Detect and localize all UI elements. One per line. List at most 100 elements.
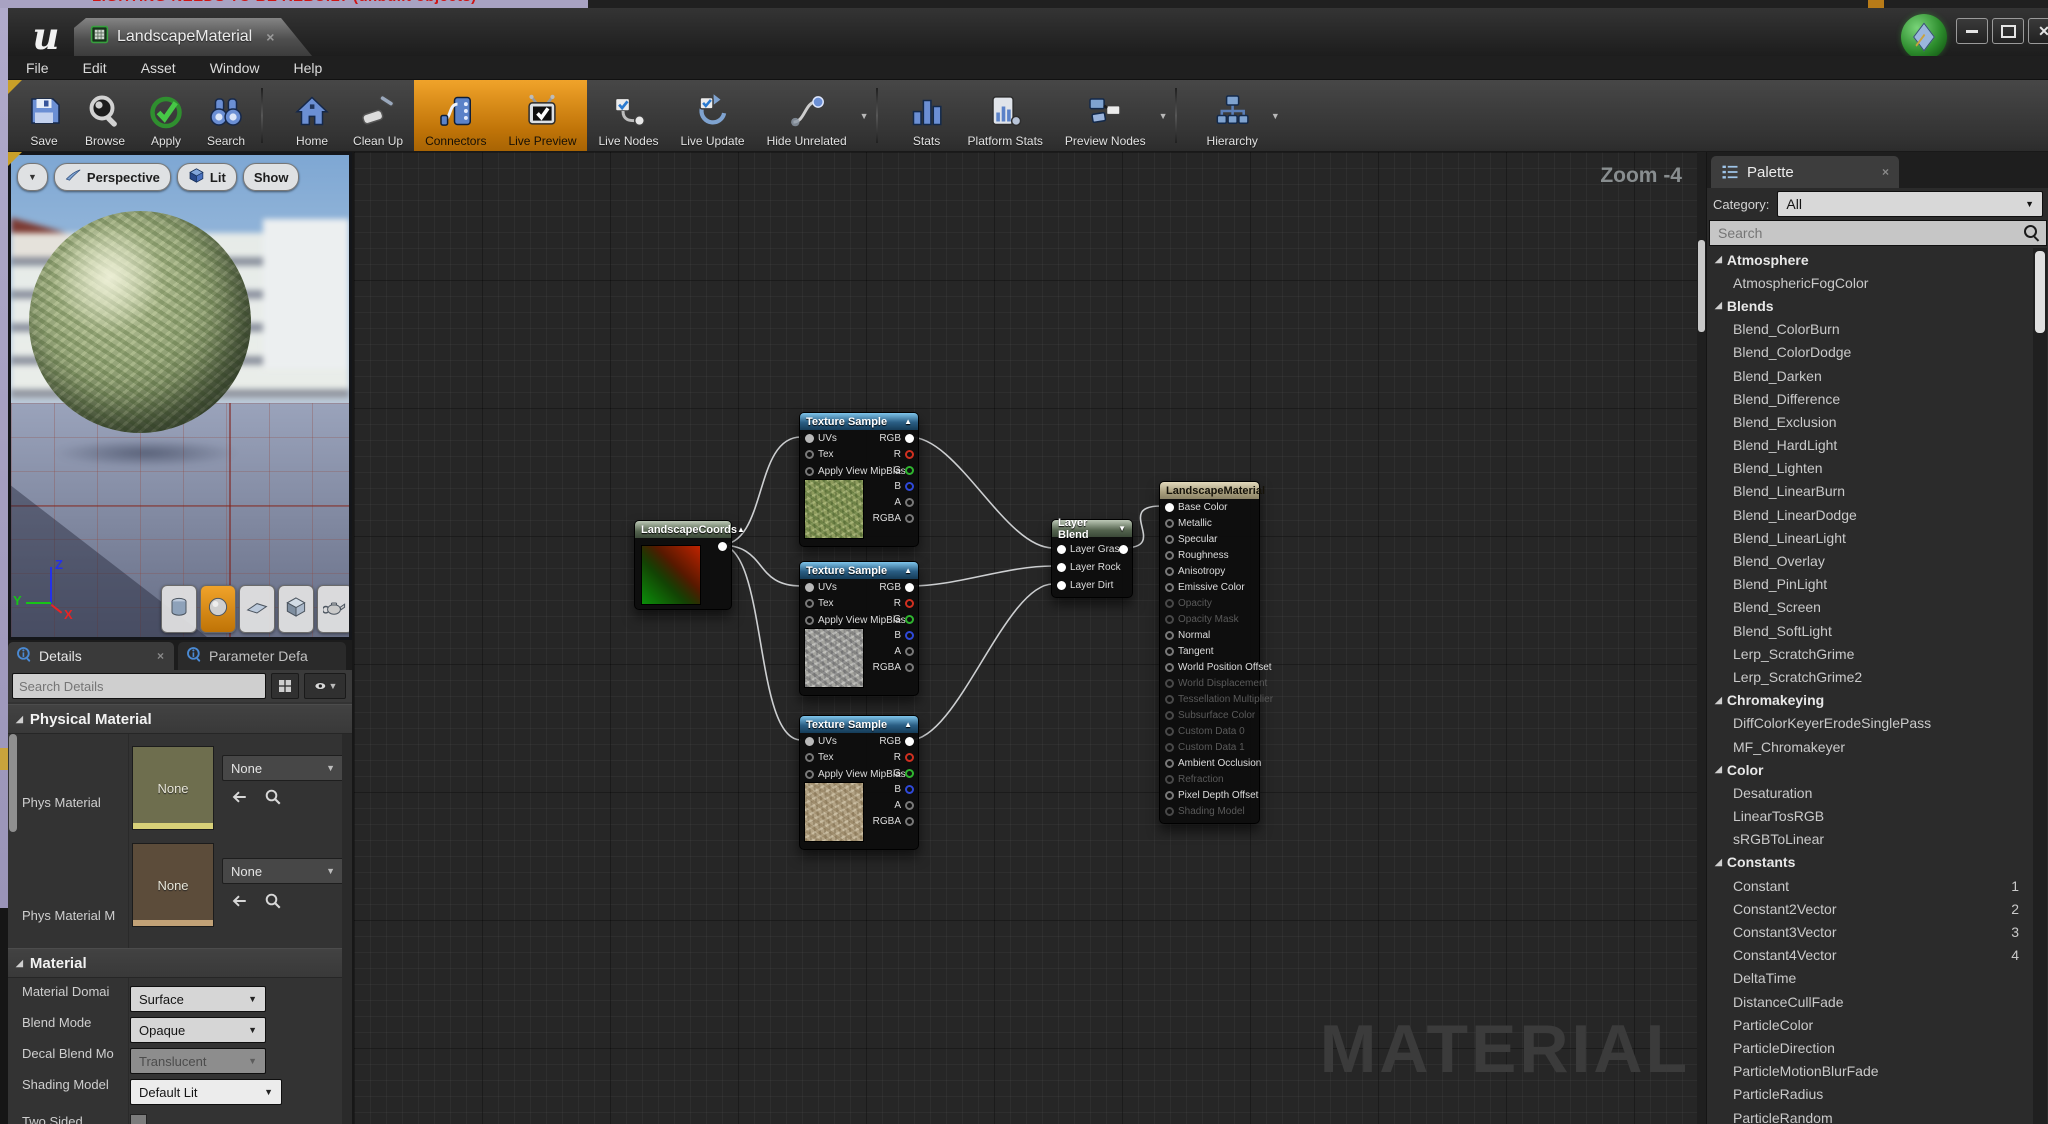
palette-category-blends[interactable]: ◢Blends xyxy=(1707,294,2033,317)
palette-item-blend_pinlight[interactable]: Blend_PinLight xyxy=(1707,573,2033,596)
minimize-button[interactable] xyxy=(1956,18,1988,44)
hierarchy-button[interactable]: Hierarchy xyxy=(1196,80,1269,151)
palette-item-particlecolor[interactable]: ParticleColor xyxy=(1707,1013,2033,1036)
palette-item-distancecullfade[interactable]: DistanceCullFade xyxy=(1707,990,2033,1013)
palette-item-srgbtolinear[interactable]: sRGBToLinear xyxy=(1707,828,2033,851)
palette-item-lerp_scratchgrime2[interactable]: Lerp_ScratchGrime2 xyxy=(1707,665,2033,688)
collapse-icon[interactable]: ▲ xyxy=(904,720,912,729)
pin-base-color[interactable] xyxy=(1165,503,1174,512)
chevron-down-icon[interactable]: ▼ xyxy=(1271,111,1280,121)
details-search-input[interactable] xyxy=(12,673,266,699)
pin-layer-rock[interactable] xyxy=(1057,563,1066,572)
pin-rgb[interactable] xyxy=(905,737,914,746)
node-header[interactable]: Layer Blend▼ xyxy=(1052,520,1132,537)
node-header[interactable]: Texture Sample▲ xyxy=(800,413,918,430)
node-graph-canvas[interactable]: Zoom -4 MATERIAL LandscapeCoords▲Texture… xyxy=(352,152,1706,1124)
section-header-physical-material[interactable]: ◢Physical Material xyxy=(8,704,352,734)
palette-item-desaturation[interactable]: Desaturation xyxy=(1707,781,2033,804)
pin-opacity[interactable] xyxy=(1165,599,1174,608)
node-header[interactable]: Texture Sample▲ xyxy=(800,562,918,579)
node-layer-blend[interactable]: Layer Blend▼Layer GrassLayer RockLayer D… xyxy=(1051,519,1133,598)
pin-a[interactable] xyxy=(905,801,914,810)
node-landscapematerial-result[interactable]: LandscapeMaterialBase ColorMetallicSpecu… xyxy=(1159,481,1260,824)
pin-apply-view-mipbias[interactable] xyxy=(805,467,814,476)
menu-help[interactable]: Help xyxy=(294,60,323,76)
shading-model-select[interactable]: Default Lit▼ xyxy=(130,1079,282,1105)
pin-rgb[interactable] xyxy=(905,434,914,443)
pin-apply-view-mipbias[interactable] xyxy=(805,770,814,779)
pin-uvs[interactable] xyxy=(805,434,814,443)
palette-category-chromakeying[interactable]: ◢Chromakeying xyxy=(1707,689,2033,712)
palette-item-blend_difference[interactable]: Blend_Difference xyxy=(1707,387,2033,410)
maximize-button[interactable] xyxy=(1992,18,2024,44)
pin-r[interactable] xyxy=(905,599,914,608)
node-landscapecoords[interactable]: LandscapeCoords▲ xyxy=(634,520,732,610)
palette-item-atmosphericfogcolor[interactable]: AtmosphericFogColor xyxy=(1707,271,2033,294)
pin-tessellation-multiplier[interactable] xyxy=(1165,695,1174,704)
search-button[interactable]: Search xyxy=(196,80,256,151)
palette-item-blend_exclusion[interactable]: Blend_Exclusion xyxy=(1707,410,2033,433)
pin-a[interactable] xyxy=(905,647,914,656)
palette-item-blend_softlight[interactable]: Blend_SoftLight xyxy=(1707,619,2033,642)
preview-shape-cube-button[interactable] xyxy=(278,585,314,633)
pin-custom-data-1[interactable] xyxy=(1165,743,1174,752)
pin-specular[interactable] xyxy=(1165,535,1174,544)
palette-scrollbar-thumb[interactable] xyxy=(2035,251,2045,333)
details-scrollbar-thumb[interactable] xyxy=(9,734,17,832)
preview-shape-sphere-button[interactable] xyxy=(200,585,236,633)
palette-item-blend_colorburn[interactable]: Blend_ColorBurn xyxy=(1707,318,2033,341)
pin-shading-model[interactable] xyxy=(1165,807,1174,816)
browse-asset-icon[interactable] xyxy=(264,788,282,811)
pin-rgba[interactable] xyxy=(905,514,914,523)
pin-b[interactable] xyxy=(905,631,914,640)
node-texture-sample-rock[interactable]: Texture Sample▲UVsTexApply View MipBiasR… xyxy=(799,561,919,696)
chevron-down-icon[interactable]: ▼ xyxy=(1159,111,1168,121)
pin-tex[interactable] xyxy=(805,599,814,608)
palette-item-lineartosrgb[interactable]: LinearTosRGB xyxy=(1707,805,2033,828)
palette-item-blend_darken[interactable]: Blend_Darken xyxy=(1707,364,2033,387)
palette-tab-close-icon[interactable]: × xyxy=(1882,165,1889,179)
palette-item-blend_colordodge[interactable]: Blend_ColorDodge xyxy=(1707,341,2033,364)
graph-scrollbar-thumb[interactable] xyxy=(1698,240,1705,332)
palette-item-blend_overlay[interactable]: Blend_Overlay xyxy=(1707,549,2033,572)
pin-pixel-depth-offset[interactable] xyxy=(1165,791,1174,800)
tab-parameter-defa[interactable]: Parameter Defa xyxy=(178,642,346,670)
node-header[interactable]: LandscapeMaterial xyxy=(1160,482,1259,499)
pin-tangent[interactable] xyxy=(1165,647,1174,656)
pin-r[interactable] xyxy=(905,450,914,459)
pin-a[interactable] xyxy=(905,498,914,507)
palette-category-constants[interactable]: ◢Constants xyxy=(1707,851,2033,874)
pin-output[interactable] xyxy=(1119,545,1128,554)
palette-item-mf_chromakeyer[interactable]: MF_Chromakeyer xyxy=(1707,735,2033,758)
asset-select[interactable]: None▼ xyxy=(222,858,344,884)
preview-nodes-button[interactable]: Preview Nodes xyxy=(1054,80,1157,151)
palette-category-color[interactable]: ◢Color xyxy=(1707,758,2033,781)
menu-edit[interactable]: Edit xyxy=(83,60,107,76)
pin-b[interactable] xyxy=(905,785,914,794)
pin-uvs[interactable] xyxy=(805,583,814,592)
pin-tex[interactable] xyxy=(805,450,814,459)
asset-tab[interactable]: LandscapeMaterial × xyxy=(74,18,312,56)
menu-file[interactable]: File xyxy=(26,60,49,76)
pin-world-displacement[interactable] xyxy=(1165,679,1174,688)
pin-apply-view-mipbias[interactable] xyxy=(805,616,814,625)
lit-button[interactable]: Lit xyxy=(177,163,237,191)
pin-emissive-color[interactable] xyxy=(1165,583,1174,592)
palette-item-particlerandom[interactable]: ParticleRandom xyxy=(1707,1106,2033,1124)
clean-up-button[interactable]: Clean Up xyxy=(342,80,414,151)
preview-viewport[interactable]: Z Y X ▼PerspectiveLitShow xyxy=(8,152,352,640)
details-scrollbar[interactable] xyxy=(342,734,352,1124)
pin-subsurface-color[interactable] xyxy=(1165,711,1174,720)
preview-shape-teapot-button[interactable] xyxy=(317,585,349,633)
palette-item-constant2vector[interactable]: Constant2Vector2 xyxy=(1707,897,2033,920)
palette-item-blend_hardlight[interactable]: Blend_HardLight xyxy=(1707,434,2033,457)
collapse-icon[interactable]: ▲ xyxy=(904,566,912,575)
pin-b[interactable] xyxy=(905,482,914,491)
use-selected-asset-icon[interactable] xyxy=(230,892,248,915)
apply-button[interactable]: Apply xyxy=(136,80,196,151)
preview-shape-plane-button[interactable] xyxy=(239,585,275,633)
pin-tex[interactable] xyxy=(805,753,814,762)
node-texture-sample-dirt[interactable]: Texture Sample▲UVsTexApply View MipBiasR… xyxy=(799,715,919,850)
palette-category-select[interactable]: All ▼ xyxy=(1777,191,2043,217)
pin-r[interactable] xyxy=(905,753,914,762)
